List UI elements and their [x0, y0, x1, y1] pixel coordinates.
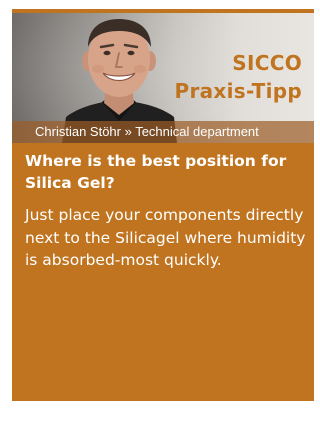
caption-bar: Christian Stöhr » Technical department: [12, 121, 314, 143]
tip-question: Where is the best position for Silica Ge…: [25, 152, 287, 192]
header-photo: SICCO Praxis-Tipp Christian Stöhr » Tech…: [12, 9, 314, 143]
tip-answer: Just place your components directly next…: [25, 206, 306, 269]
brand-line-1: SICCO: [232, 51, 302, 75]
brand-title: SICCO Praxis-Tipp: [175, 49, 302, 105]
photo-caption: Christian Stöhr » Technical department: [35, 124, 259, 139]
brand-line-2: Praxis-Tipp: [174, 79, 302, 103]
tip-card: SICCO Praxis-Tipp Christian Stöhr » Tech…: [12, 9, 314, 401]
